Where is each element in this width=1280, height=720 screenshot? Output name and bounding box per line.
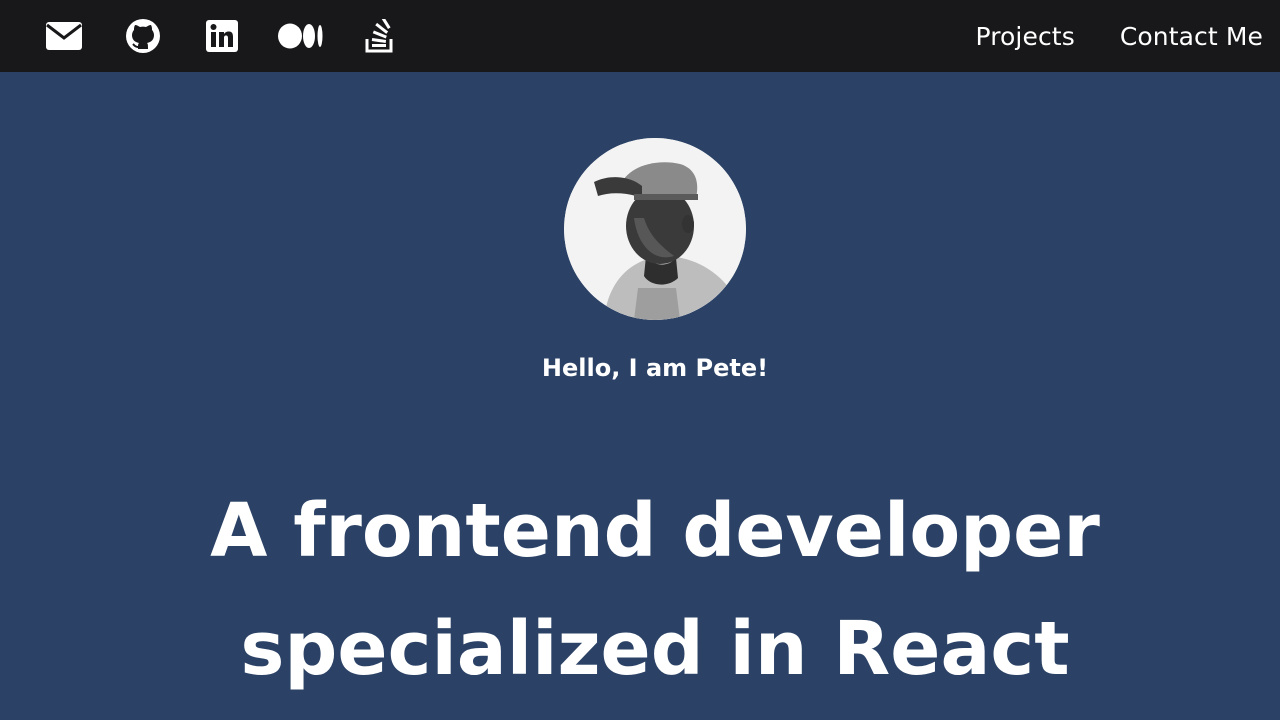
main-nav: Projects Contact Me	[930, 22, 1280, 51]
github-link[interactable]	[123, 16, 163, 56]
top-navigation-bar: Projects Contact Me	[0, 0, 1280, 72]
linkedin-link[interactable]	[202, 16, 242, 56]
hero-section: Hello, I am Pete! A frontend developer s…	[0, 72, 1280, 720]
envelope-icon	[46, 22, 82, 50]
headline-line-2: specialized in React	[240, 606, 1070, 692]
contact-me-link[interactable]: Contact Me	[1120, 22, 1263, 51]
email-link[interactable]	[44, 16, 84, 56]
stack-overflow-link[interactable]	[360, 16, 400, 56]
social-links	[0, 16, 439, 56]
greeting-text: Hello, I am Pete!	[541, 354, 769, 382]
github-icon	[125, 18, 161, 54]
avatar	[564, 138, 746, 320]
medium-icon	[278, 23, 324, 49]
avatar-photo	[564, 138, 746, 320]
linkedin-icon	[206, 20, 238, 52]
medium-link[interactable]	[278, 16, 324, 56]
projects-link[interactable]: Projects	[975, 22, 1074, 51]
headline: A frontend developer specialized in Reac…	[0, 472, 1280, 708]
headline-line-1: A frontend developer	[210, 488, 1100, 574]
stack-overflow-icon	[365, 19, 395, 53]
